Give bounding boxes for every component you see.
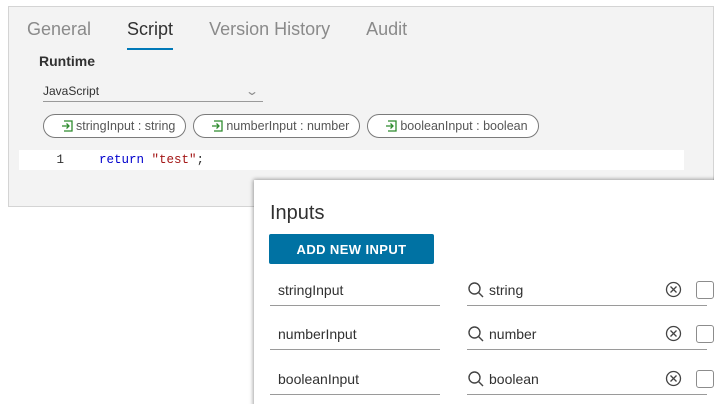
input-name-field[interactable]: booleanInput: [270, 363, 440, 395]
line-number: 1: [56, 153, 64, 167]
input-chips: stringInput : string numberInput : numbe…: [43, 114, 539, 138]
input-type-value: string: [489, 281, 524, 298]
input-type-value: boolean: [489, 370, 539, 387]
input-chip-number[interactable]: numberInput : number: [193, 114, 361, 138]
add-new-input-button[interactable]: ADD NEW INPUT: [269, 234, 434, 264]
inputs-dialog: Inputs ADD NEW INPUT stringInput string …: [254, 180, 714, 404]
runtime-label: Runtime: [39, 53, 95, 69]
code-editor[interactable]: 1 return "test";: [19, 150, 684, 170]
input-type-value: number: [489, 325, 537, 342]
input-row: stringInput string: [270, 274, 714, 306]
input-chip-label: booleanInput : boolean: [400, 119, 528, 133]
runtime-select[interactable]: JavaScript ⌄: [43, 80, 263, 102]
input-chip-string[interactable]: stringInput : string: [43, 114, 187, 138]
tab-audit[interactable]: Audit: [366, 19, 407, 50]
input-arrow-icon: [212, 120, 224, 132]
input-row-checkbox[interactable]: [696, 370, 714, 388]
input-row-checkbox[interactable]: [696, 325, 714, 343]
search-icon: [468, 281, 484, 297]
search-icon: [468, 325, 484, 341]
code-keyword: return: [99, 153, 145, 167]
input-name-field[interactable]: stringInput: [270, 274, 440, 306]
tab-bar: General Script Version History Audit: [27, 19, 443, 50]
code-terminator: ;: [196, 153, 205, 167]
inputs-title: Inputs: [270, 202, 325, 224]
tab-script[interactable]: Script: [127, 19, 174, 50]
input-row: numberInput number: [270, 318, 714, 350]
input-row-checkbox[interactable]: [696, 281, 714, 299]
code-line: return "test";: [99, 153, 204, 167]
input-arrow-icon: [386, 120, 398, 132]
search-icon: [468, 370, 484, 386]
input-row: booleanInput boolean: [270, 363, 714, 395]
chevron-down-icon: ⌄: [244, 83, 260, 98]
input-arrow-icon: [62, 120, 73, 132]
script-editor-panel: General Script Version History Audit Run…: [8, 6, 714, 207]
clear-icon[interactable]: [665, 370, 682, 387]
tab-version-history[interactable]: Version History: [209, 19, 330, 50]
tab-general[interactable]: General: [27, 19, 91, 50]
input-chip-label: stringInput : string: [76, 119, 176, 133]
runtime-selected-value: JavaScript: [43, 83, 100, 98]
clear-icon[interactable]: [665, 325, 682, 342]
input-chip-boolean[interactable]: booleanInput : boolean: [367, 114, 539, 138]
input-name-field[interactable]: numberInput: [270, 318, 440, 350]
clear-icon[interactable]: [665, 281, 682, 298]
input-chip-label: numberInput : number: [226, 119, 350, 133]
code-string: "test": [151, 153, 197, 167]
